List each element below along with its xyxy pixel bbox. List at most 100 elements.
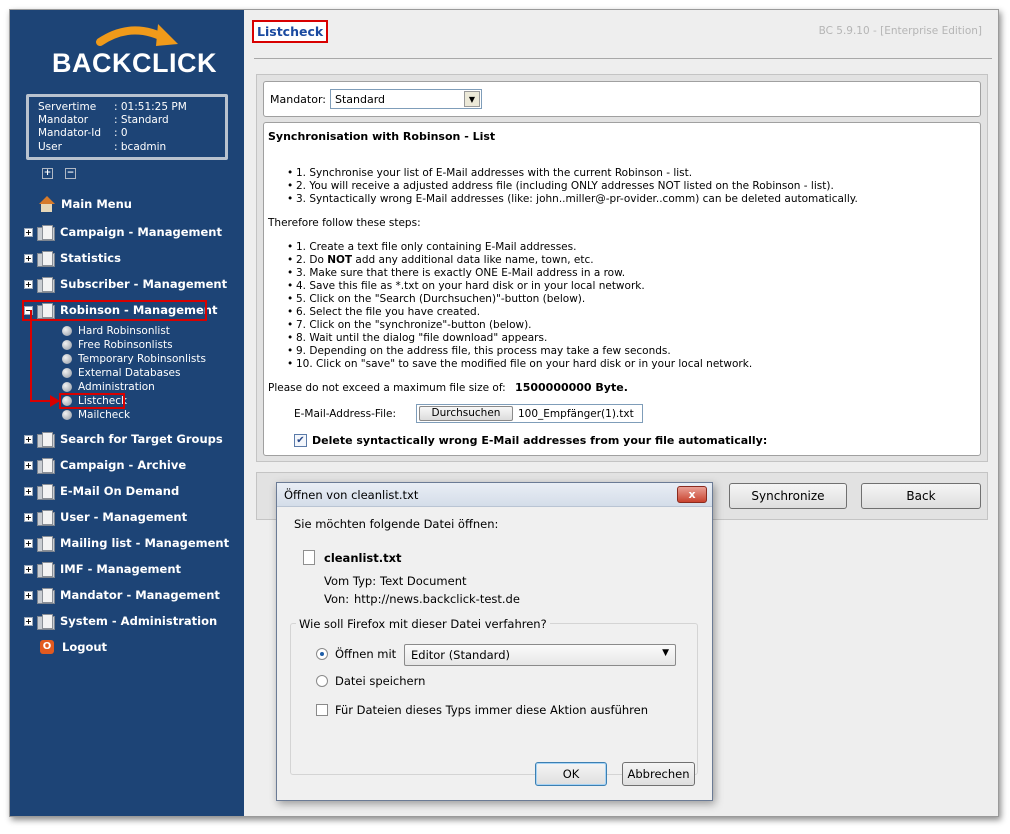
save-file-label[interactable]: Datei speichern	[335, 674, 425, 688]
filesize-note: Please do not exceed a maximum file size…	[268, 381, 628, 394]
nav-imf-management[interactable]: + IMF - Management	[24, 559, 181, 579]
nav-user-management[interactable]: + User - Management	[24, 507, 187, 527]
nav-subscriber-management[interactable]: + Subscriber - Management	[24, 274, 227, 294]
arrow-horizontal	[30, 400, 52, 402]
step-item: 3. Make sure that there is exactly ONE E…	[287, 267, 625, 279]
nav-system-administration[interactable]: + System - Administration	[24, 611, 217, 631]
document-icon	[303, 550, 315, 565]
nav-campaign-archive[interactable]: + Campaign - Archive	[24, 455, 186, 475]
nav-sub-label: Free Robinsonlists	[78, 339, 173, 351]
always-action-checkbox[interactable]	[316, 704, 328, 716]
nav-search-target-groups[interactable]: + Search for Target Groups	[24, 429, 223, 449]
open-with-label[interactable]: Öffnen mit	[335, 647, 396, 661]
nav-sub-mailcheck[interactable]: Mailcheck	[62, 408, 130, 422]
file-input[interactable]: Durchsuchen 100_Empfänger(1).txt	[416, 404, 643, 423]
nav-sub-temporary-robinsonlists[interactable]: Temporary Robinsonlists	[62, 352, 206, 366]
mandator-section: Mandator: Standard ▼	[263, 81, 981, 117]
nav-statistics[interactable]: + Statistics	[24, 248, 121, 268]
checkbox-checked[interactable]: ✔	[294, 434, 307, 447]
nav-logout[interactable]: O Logout	[38, 637, 107, 657]
folder-icon	[37, 225, 55, 241]
expand-icon[interactable]: +	[24, 253, 33, 263]
delete-invalid-label: Delete syntactically wrong E-Mail addres…	[312, 434, 768, 447]
mandator-select[interactable]: Standard ▼	[330, 89, 482, 109]
expand-icon[interactable]: +	[24, 486, 33, 496]
chevron-down-icon[interactable]: ▼	[464, 91, 480, 107]
step-item: 10. Click on "save" to save the modified…	[287, 358, 752, 370]
step-item: 9. Depending on the address file, this p…	[287, 345, 671, 357]
always-action-label[interactable]: Für Dateien dieses Typs immer diese Akti…	[335, 703, 648, 717]
file-label: E-Mail-Address-File:	[294, 408, 397, 420]
bullet-icon	[62, 382, 72, 392]
nav-label: Mandator - Management	[60, 588, 220, 602]
version-label: BC 5.9.10 - [Enterprise Edition]	[818, 25, 982, 37]
nav-label: E-Mail On Demand	[60, 484, 180, 498]
expand-all-icon[interactable]: +	[42, 168, 53, 179]
nav-mandator-management[interactable]: + Mandator - Management	[24, 585, 220, 605]
back-button[interactable]: Back	[861, 483, 981, 509]
folder-icon	[37, 510, 55, 526]
bullet-icon	[62, 354, 72, 364]
backclick-logo: BACKCLICK	[38, 18, 218, 90]
nav-sub-label: Mailcheck	[78, 409, 131, 421]
nav-mailing-list-management[interactable]: + Mailing list - Management	[24, 533, 229, 553]
filesize-text: Please do not exceed a maximum file size…	[268, 382, 506, 394]
nav-sub-administration[interactable]: Administration	[62, 380, 155, 394]
expand-icon[interactable]: +	[24, 616, 33, 626]
open-with-radio[interactable]	[316, 648, 328, 660]
from-label: Von:	[324, 592, 350, 606]
nav-label: Logout	[62, 640, 108, 654]
folder-icon	[37, 536, 55, 552]
highlight-listcheck	[59, 393, 125, 409]
nav-sub-hard-robinsonlist[interactable]: Hard Robinsonlist	[62, 324, 170, 338]
nav-email-on-demand[interactable]: + E-Mail On Demand	[24, 481, 179, 501]
nav-sub-label: Hard Robinsonlist	[78, 325, 170, 337]
expand-icon[interactable]: +	[24, 227, 33, 237]
arrow-vertical	[30, 310, 32, 401]
expand-icon[interactable]: +	[24, 564, 33, 574]
bullet-icon	[62, 368, 72, 378]
power-icon: O	[40, 640, 54, 654]
nav-sub-label: Temporary Robinsonlists	[78, 353, 206, 365]
bullet-icon	[62, 410, 72, 420]
open-with-app-select[interactable]: Editor (Standard) ▼	[404, 644, 676, 666]
step-text: 2. Do	[296, 254, 328, 266]
intro-item: 2. You will receive a adjusted address f…	[287, 180, 834, 192]
nav-main-menu[interactable]: Main Menu	[38, 194, 132, 214]
filesize-value: 1500000000 Byte.	[515, 381, 628, 394]
bullet-icon	[62, 326, 72, 336]
step-item: 2. Do NOT add any additional data like n…	[287, 254, 594, 266]
step-text: add any additional data like name, town,…	[352, 254, 594, 266]
nav-campaign-management[interactable]: + Campaign - Management	[24, 222, 222, 242]
folder-icon	[37, 614, 55, 630]
nav-sub-external-databases[interactable]: External Databases	[62, 366, 180, 380]
tree-controls: + −	[42, 168, 76, 179]
cancel-button[interactable]: Abbrechen	[622, 762, 695, 786]
expand-icon[interactable]: +	[24, 512, 33, 522]
expand-icon[interactable]: +	[24, 590, 33, 600]
info-value: : 01:51:25 PM	[114, 101, 187, 113]
intro-item: 3. Syntactically wrong E-Mail addresses …	[287, 193, 858, 205]
expand-icon[interactable]: +	[24, 279, 33, 289]
step-item: 5. Click on the "Search (Durchsuchen)"-b…	[287, 293, 585, 305]
synchronize-button[interactable]: Synchronize	[729, 483, 847, 509]
expand-icon[interactable]: +	[24, 538, 33, 548]
window-frame: BACKCLICK Servertime: 01:51:25 PM Mandat…	[9, 9, 999, 817]
save-file-radio[interactable]	[316, 675, 328, 687]
nav-label: User - Management	[60, 510, 188, 524]
info-key: Mandator-Id	[38, 127, 101, 140]
delete-invalid-option[interactable]: ✔ Delete syntactically wrong E-Mail addr…	[294, 434, 767, 447]
nav-label: Search for Target Groups	[60, 432, 223, 446]
folder-icon	[37, 458, 55, 474]
nav-sub-free-robinsonlists[interactable]: Free Robinsonlists	[62, 338, 173, 352]
collapse-all-icon[interactable]: −	[65, 168, 76, 179]
browse-button[interactable]: Durchsuchen	[419, 406, 513, 421]
open-with-app-value: Editor (Standard)	[411, 648, 510, 662]
folder-icon	[37, 277, 55, 293]
close-icon[interactable]: x	[677, 486, 707, 503]
expand-icon[interactable]: +	[24, 434, 33, 444]
chevron-down-icon[interactable]: ▼	[662, 648, 669, 658]
expand-icon[interactable]: +	[24, 460, 33, 470]
logo-text: BACKCLICK	[52, 48, 217, 78]
ok-button[interactable]: OK	[535, 762, 607, 786]
